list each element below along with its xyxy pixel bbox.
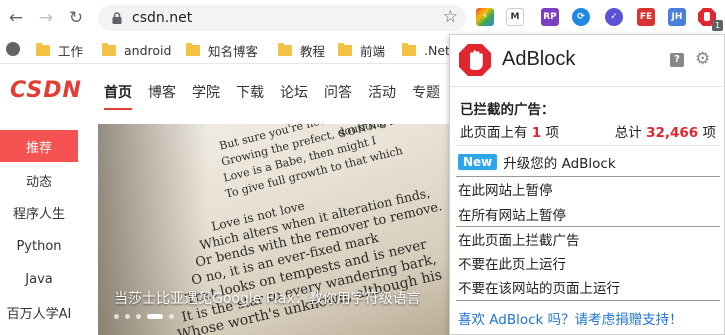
pause-on-this-site[interactable]: 在此网站上暂停: [458, 178, 718, 200]
folder-icon: [278, 42, 292, 56]
blocked-ads-heading: 已拦截的广告：: [460, 102, 555, 118]
donate-link[interactable]: 喜欢 AdBlock 吗？请考虑捐赠支持！: [458, 308, 683, 328]
divider: [456, 145, 720, 146]
folder-icon: [186, 42, 200, 56]
folder-icon: [402, 42, 416, 56]
carousel-dot[interactable]: [114, 314, 119, 319]
ext-jh-icon[interactable]: JH: [668, 8, 686, 26]
browser-window: ← → ↻ csdn.net ☆ ⚡ M RP ⟳ ✓ FE JH 1 工作 a…: [0, 0, 725, 335]
nav-item-qa[interactable]: 问答: [324, 82, 352, 102]
csdn-logo[interactable]: CSDN: [10, 78, 82, 103]
site-header: CSDN 首页 博客 学院 下载 论坛 问答 活动 专题: [0, 64, 450, 118]
bookmark-folder[interactable]: 前端: [338, 42, 385, 59]
adblock-title: AdBlock: [502, 48, 576, 70]
bookmark-folder[interactable]: android: [102, 42, 171, 58]
nav-item-forum[interactable]: 论坛: [280, 82, 308, 102]
divider: [456, 300, 720, 301]
lock-icon: [112, 12, 122, 24]
hero-caption[interactable]: 当莎士比亚遇见Google Flax：教你用字符级语言: [114, 288, 421, 308]
adblock-count-badge: 1: [712, 20, 723, 31]
carousel-dot-active[interactable]: [147, 314, 163, 319]
pause-on-all-sites[interactable]: 在所有网站上暂停: [458, 203, 718, 225]
dont-run-on-page[interactable]: 不要在此页上运行: [458, 252, 718, 274]
page-blocked-count: 此页面上有 1 项: [460, 125, 559, 141]
address-bar[interactable]: csdn.net ☆: [98, 5, 466, 31]
folder-icon: [36, 42, 50, 56]
apps-icon[interactable]: [6, 42, 20, 56]
adblock-header: AdBlock ? ⚙: [450, 35, 725, 87]
nav-item-home[interactable]: 首页: [104, 82, 132, 102]
total-blocked-count: 总计 32,466 项: [614, 125, 716, 141]
category-sidebar: 推荐 动态 程序人生 Python Java 百万人学AI: [0, 130, 78, 335]
ext-m-icon[interactable]: M: [506, 8, 524, 26]
new-badge: New: [458, 154, 498, 170]
carousel-dot[interactable]: [169, 314, 174, 319]
hero-banner[interactable]: SONNETS. But sure you're not so Growing …: [98, 124, 458, 335]
divider: [456, 176, 720, 177]
carousel-dots: [114, 314, 174, 319]
block-ad-on-page[interactable]: 在此页面上拦截广告: [458, 228, 718, 250]
browser-toolbar: ← → ↻ csdn.net ☆ ⚡ M RP ⟳ ✓ FE JH 1: [0, 0, 725, 36]
reload-icon[interactable]: ↻: [66, 8, 86, 28]
sidebar-item-programmer-life[interactable]: 程序人生: [0, 196, 78, 228]
nav-item-academy[interactable]: 学院: [192, 82, 220, 102]
bookmark-folder[interactable]: 教程: [278, 42, 325, 59]
upgrade-adblock-link[interactable]: New 升级您的 AdBlock: [458, 151, 718, 173]
carousel-dot[interactable]: [136, 314, 141, 319]
divider: [456, 226, 720, 227]
sidebar-item-java[interactable]: Java: [0, 263, 78, 295]
back-arrow-icon[interactable]: ←: [6, 8, 26, 28]
sidebar-item-python[interactable]: Python: [0, 230, 78, 262]
sidebar-item-feed[interactable]: 动态: [0, 164, 78, 196]
ext-colorful-icon[interactable]: ⚡: [476, 8, 494, 26]
nav-item-download[interactable]: 下载: [236, 82, 264, 102]
bookmark-folder[interactable]: .Net: [402, 42, 450, 58]
folder-icon: [102, 42, 116, 56]
sidebar-item-ai[interactable]: 百万人学AI: [0, 296, 78, 328]
sidebar-item-recommend[interactable]: 推荐: [0, 130, 78, 162]
adblock-popup: AdBlock ? ⚙ 已拦截的广告： 此页面上有 1 项 总计 32,466 …: [449, 34, 725, 335]
bookmark-folder[interactable]: 工作: [36, 42, 83, 59]
folder-icon: [338, 42, 352, 56]
url-text: csdn.net: [132, 10, 193, 26]
nav-item-topics[interactable]: 专题: [412, 82, 440, 102]
forward-arrow-icon[interactable]: →: [36, 8, 56, 28]
ext-rp-icon[interactable]: RP: [541, 8, 559, 26]
ext-fe-icon[interactable]: FE: [637, 8, 655, 26]
nav-active-underline: [104, 108, 132, 110]
logo-text: CSDN: [10, 78, 82, 103]
bookmark-star-icon[interactable]: ☆: [443, 7, 458, 27]
adblock-logo-icon: [459, 44, 491, 76]
ext-purple-check-icon[interactable]: ✓: [605, 8, 623, 26]
carousel-dot[interactable]: [125, 314, 130, 319]
help-icon[interactable]: ?: [670, 53, 684, 67]
ext-blue-circle-icon[interactable]: ⟳: [572, 8, 590, 26]
bookmark-folder[interactable]: 知名博客: [186, 42, 258, 59]
dont-run-on-site-pages[interactable]: 不要在该网站的页面上运行: [458, 276, 718, 298]
nav-item-events[interactable]: 活动: [368, 82, 396, 102]
upgrade-label: 升级您的 AdBlock: [503, 156, 616, 172]
gear-icon[interactable]: ⚙: [695, 51, 710, 68]
nav-item-blog[interactable]: 博客: [148, 82, 176, 102]
